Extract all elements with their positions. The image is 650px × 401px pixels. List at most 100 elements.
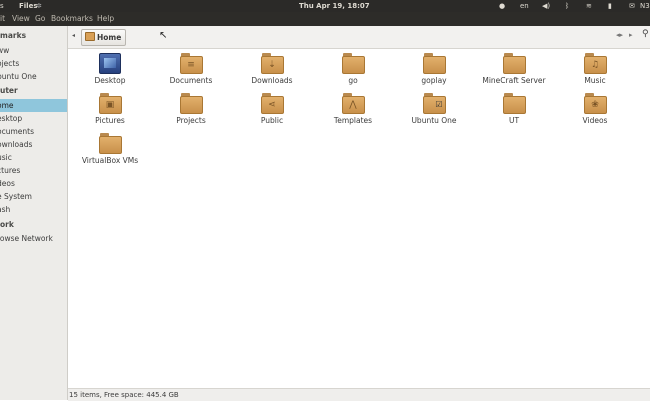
sidebar-item-label: ownloads — [0, 140, 33, 149]
file-label: Videos — [582, 116, 608, 125]
forward-arrow-icon[interactable]: ▸ — [629, 31, 633, 39]
accessibility-icon[interactable]: ● — [499, 1, 505, 11]
file-label: MineCraft Server — [482, 76, 546, 85]
file-item-templates[interactable]: ⋀ Templates — [313, 93, 393, 126]
desktop-icon — [99, 53, 121, 74]
file-label: UT — [508, 116, 520, 125]
menu-go[interactable]: Go — [35, 14, 45, 24]
sidebar-item-label: buntu One — [0, 72, 37, 81]
sidebar-item-label: deos — [0, 179, 15, 188]
file-label: Ubuntu One — [411, 116, 457, 125]
music-folder-icon: ♫ — [583, 53, 607, 74]
file-label: Public — [260, 116, 284, 125]
sidebar-heading-computer: uter — [0, 86, 18, 95]
file-item-public[interactable]: ⋖ Public — [232, 93, 312, 126]
public-folder-icon: ⋖ — [260, 93, 284, 114]
home-icon — [85, 32, 95, 41]
folder-icon — [422, 53, 446, 74]
file-label: Desktop — [94, 76, 126, 85]
file-item-goplay[interactable]: goplay — [394, 53, 474, 86]
chat-icon[interactable]: ✉ — [629, 1, 635, 11]
sidebar-item-trash[interactable]: ash — [0, 203, 67, 216]
clock[interactable]: Thu Apr 19, 18:07 — [299, 1, 370, 11]
sidebar-item-label: e System — [0, 192, 32, 201]
folder-icon — [98, 133, 122, 154]
pictures-folder-icon: ▣ — [98, 93, 122, 114]
menu-bookmarks[interactable]: Bookmarks — [51, 14, 93, 24]
sidebar: marks ww ojects buntu One uter ome eskto… — [0, 26, 68, 400]
file-item-virtualbox-vms[interactable]: VirtualBox VMs — [70, 133, 150, 166]
downloads-folder-icon: ⇣ — [260, 53, 284, 74]
folder-icon — [341, 53, 365, 74]
menu-help[interactable]: Help — [97, 14, 114, 24]
file-label: Downloads — [251, 76, 293, 85]
sidebar-item-pictures[interactable]: ctures — [0, 164, 67, 177]
sidebar-item-music[interactable]: usic — [0, 151, 67, 164]
app-name[interactable]: Files — [19, 1, 38, 11]
path-home-label: Home — [97, 33, 122, 42]
file-label: Templates — [333, 116, 373, 125]
folder-icon — [502, 93, 526, 114]
file-label: Documents — [169, 76, 213, 85]
ubuntu-one-folder-icon: ☑ — [422, 93, 446, 114]
battery-icon[interactable]: ▮ — [608, 1, 612, 11]
sidebar-item-browse-network[interactable]: rowse Network — [0, 232, 67, 245]
sidebar-item-file-system[interactable]: e System — [0, 190, 67, 203]
wifi-icon[interactable]: ≋ — [586, 1, 592, 11]
file-item-ubuntu-one[interactable]: ☑ Ubuntu One — [394, 93, 474, 126]
file-item-pictures[interactable]: ▣ Pictures — [70, 93, 150, 126]
file-item-desktop[interactable]: Desktop — [70, 53, 150, 86]
menubar: it View Go Bookmarks Help — [0, 12, 650, 26]
menu-edit[interactable]: it — [0, 14, 5, 24]
sidebar-item-desktop[interactable]: esktop — [0, 112, 67, 125]
sidebar-item-www[interactable]: ww — [0, 44, 67, 57]
mouse-cursor-icon: ↖ — [159, 30, 168, 41]
file-item-ut[interactable]: UT — [474, 93, 554, 126]
volume-icon[interactable]: ◀) — [542, 1, 550, 11]
back-arrow-icon[interactable]: ◂▸ — [616, 31, 623, 39]
file-item-documents[interactable]: ≡ Documents — [151, 53, 231, 86]
location-toolbar: ◂ Home ↖ ◂▸ ▸ ⚲ — [68, 26, 650, 49]
folder-icon — [502, 53, 526, 74]
sidebar-item-label: ome — [0, 101, 14, 110]
folder-icon — [179, 93, 203, 114]
file-item-projects[interactable]: Projects — [151, 93, 231, 126]
sidebar-item-downloads[interactable]: ownloads — [0, 138, 67, 151]
sidebar-item-documents[interactable]: ocuments — [0, 125, 67, 138]
sidebar-item-label: rowse Network — [0, 234, 53, 243]
sidebar-heading-bookmarks: marks — [0, 31, 27, 40]
sidebar-item-home[interactable]: ome — [0, 99, 67, 112]
file-item-videos[interactable]: ❀ Videos — [555, 93, 635, 126]
file-item-go[interactable]: go — [313, 53, 393, 86]
sidebar-item-ubuntu-one[interactable]: buntu One — [0, 70, 67, 83]
sidebar-item-projects[interactable]: ojects — [0, 57, 67, 70]
sidebar-item-label: ash — [0, 205, 11, 214]
sidebar-item-label: usic — [0, 153, 12, 162]
file-item-downloads[interactable]: ⇣ Downloads — [232, 53, 312, 86]
file-label: Projects — [176, 116, 206, 125]
search-icon[interactable]: ⚲ — [642, 29, 649, 39]
file-label: Music — [584, 76, 606, 85]
user-name[interactable]: N36 — [640, 1, 650, 11]
sidebar-item-label: ojects — [0, 59, 20, 68]
file-label: goplay — [421, 76, 447, 85]
sidebar-item-videos[interactable]: deos — [0, 177, 67, 190]
panel-edge-glyph: s — [0, 2, 4, 10]
documents-folder-icon: ≡ — [179, 53, 203, 74]
videos-folder-icon: ❀ — [583, 93, 607, 114]
menu-view[interactable]: View — [12, 14, 30, 24]
path-left-arrow-icon[interactable]: ◂ — [72, 32, 75, 39]
file-item-music[interactable]: ♫ Music — [555, 53, 635, 86]
spinner-icon: ✲ — [36, 2, 42, 10]
top-panel: s Files ✲ Thu Apr 19, 18:07 ● en ◀) ᛒ ≋ … — [0, 0, 650, 12]
keyboard-layout[interactable]: en — [520, 1, 529, 11]
status-bar: 15 items, Free space: 445.4 GB — [68, 388, 650, 401]
path-home-button[interactable]: Home — [81, 29, 127, 46]
sidebar-item-label: esktop — [0, 114, 23, 123]
file-label: VirtualBox VMs — [81, 156, 139, 165]
file-label: go — [348, 76, 358, 85]
file-item-minecraft-server[interactable]: MineCraft Server — [474, 53, 554, 86]
sidebar-item-label: ww — [0, 46, 10, 55]
bluetooth-icon[interactable]: ᛒ — [565, 1, 569, 11]
file-label: Pictures — [95, 116, 125, 125]
